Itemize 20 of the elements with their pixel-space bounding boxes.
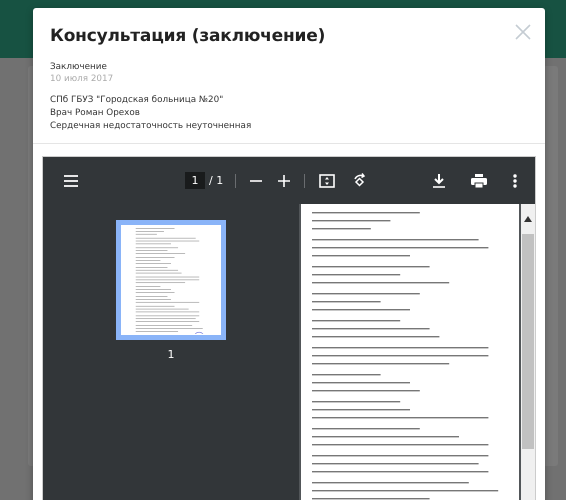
fit-page-icon [319, 174, 336, 188]
page-number-field[interactable]: 1 [185, 172, 205, 189]
scrollbar-thumb[interactable] [522, 234, 534, 449]
scrollbar[interactable] [521, 204, 535, 500]
plus-icon [278, 174, 290, 186]
page-count: / 1 [209, 174, 224, 187]
scroll-up-icon [524, 216, 532, 222]
detail-line: Врач Роман Орехов [50, 107, 141, 120]
detail-line: Сердечная недостаточность неуточненная [50, 120, 252, 133]
modal-title: Консультация (заключение) [50, 26, 326, 46]
document-date: 10 июля 2017 [50, 74, 114, 84]
document-type: Заключение [50, 62, 108, 72]
detail-line: СПб ГБУЗ "Городская больница №20" [50, 94, 224, 107]
page-thumbnail[interactable] [116, 220, 226, 340]
more-icon [513, 174, 517, 188]
thumbnail-label: 1 [168, 348, 174, 361]
menu-icon [63, 174, 79, 186]
download-icon [433, 174, 445, 188]
close-icon [515, 24, 531, 40]
print-icon [471, 174, 487, 188]
